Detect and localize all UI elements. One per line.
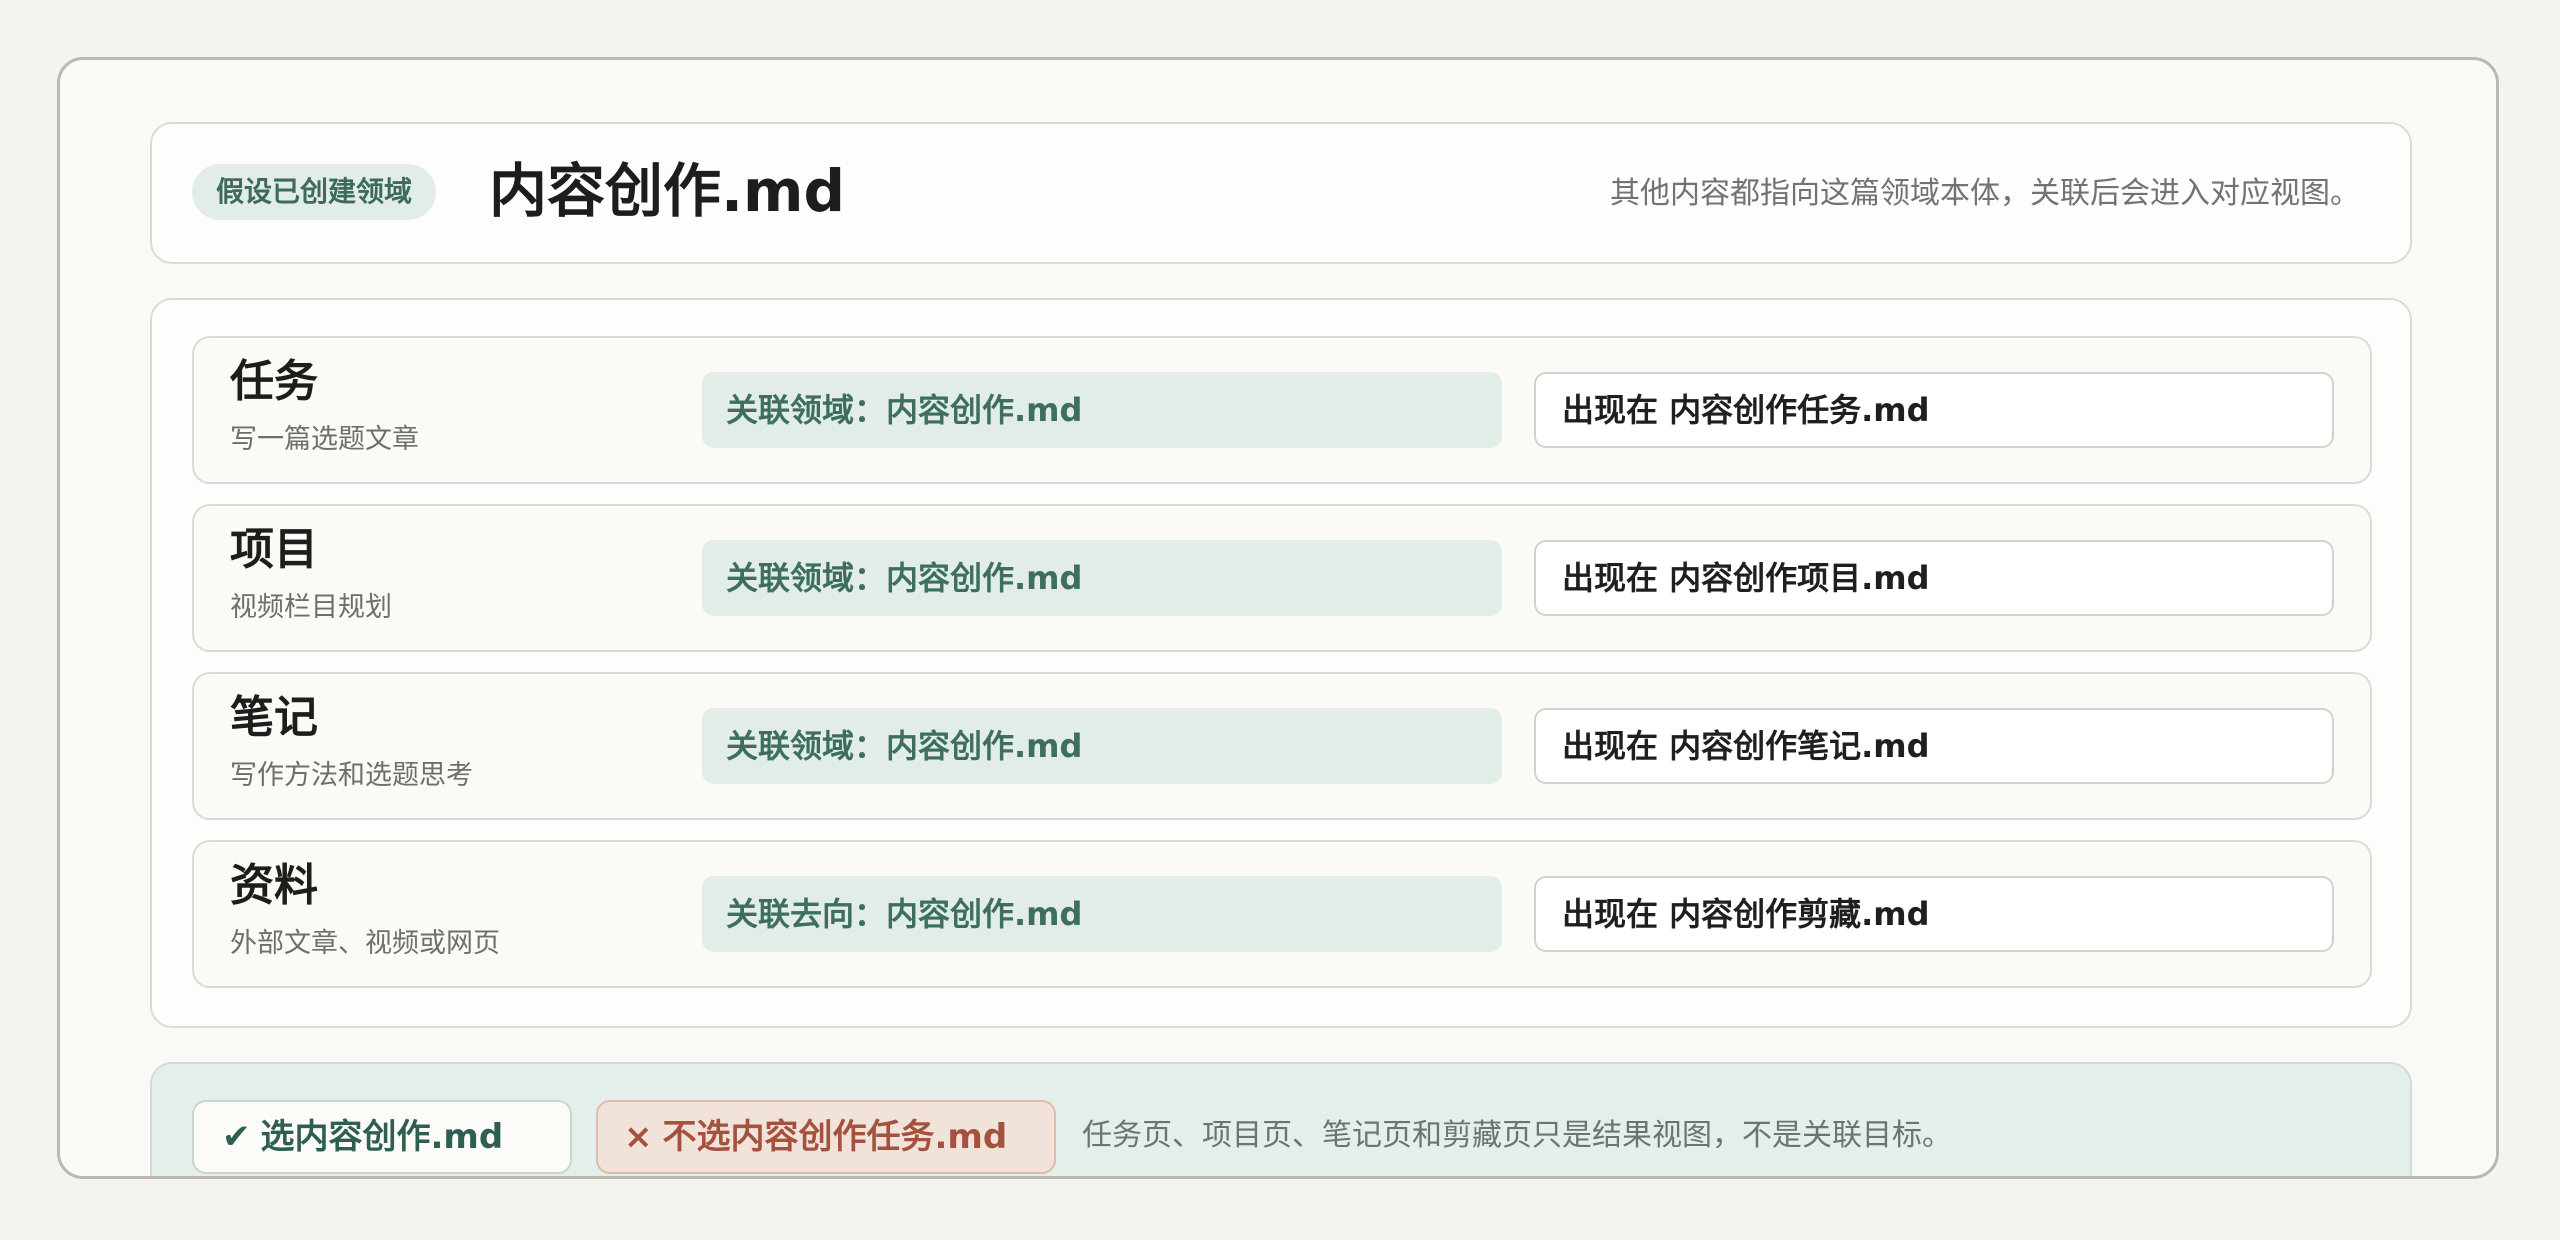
header-note: 其他内容都指向这篇领域本体，关联后会进入对应视图。 bbox=[1610, 176, 2360, 211]
row-subtitle: 外部文章、视频或网页 bbox=[230, 928, 500, 959]
main-card: 假设已创建领域 内容创作.md 其他内容都指向这篇领域本体，关联后会进入对应视图… bbox=[57, 57, 2499, 1179]
select-domain-button[interactable]: ✔ 选内容创作.md bbox=[192, 1100, 572, 1174]
relation-chip: 关联去向：内容创作.md bbox=[702, 876, 1502, 952]
cross-icon: × bbox=[624, 1117, 653, 1157]
row-title: 项目 bbox=[230, 524, 318, 575]
content-types-panel: 任务 写一篇选题文章 关联领域：内容创作.md 出现在 内容创作任务.md 项目… bbox=[150, 298, 2412, 1028]
check-icon: ✔ bbox=[222, 1117, 251, 1157]
appears-in-chip: 出现在 内容创作项目.md bbox=[1534, 540, 2334, 616]
row-subtitle: 写作方法和选题思考 bbox=[230, 760, 473, 791]
content-row-project: 项目 视频栏目规划 关联领域：内容创作.md 出现在 内容创作项目.md bbox=[192, 504, 2372, 652]
reject-view-button[interactable]: × 不选内容创作任务.md bbox=[596, 1100, 1056, 1174]
footer-note: 任务页、项目页、笔记页和剪藏页只是结果视图，不是关联目标。 bbox=[1082, 1118, 1952, 1153]
relation-chip: 关联领域：内容创作.md bbox=[702, 372, 1502, 448]
selection-hint-bar: ✔ 选内容创作.md × 不选内容创作任务.md 任务页、项目页、笔记页和剪藏页只是… bbox=[150, 1062, 2412, 1176]
appears-in-chip: 出现在 内容创作剪藏.md bbox=[1534, 876, 2334, 952]
content-row-note: 笔记 写作方法和选题思考 关联领域：内容创作.md 出现在 内容创作笔记.md bbox=[192, 672, 2372, 820]
relation-chip: 关联领域：内容创作.md bbox=[702, 708, 1502, 784]
row-subtitle: 视频栏目规划 bbox=[230, 592, 392, 623]
domain-header: 假设已创建领域 内容创作.md 其他内容都指向这篇领域本体，关联后会进入对应视图… bbox=[150, 122, 2412, 264]
content-row-task: 任务 写一篇选题文章 关联领域：内容创作.md 出现在 内容创作任务.md bbox=[192, 336, 2372, 484]
row-subtitle: 写一篇选题文章 bbox=[230, 424, 419, 455]
assumption-badge: 假设已创建领域 bbox=[192, 164, 437, 220]
content-row-resource: 资料 外部文章、视频或网页 关联去向：内容创作.md 出现在 内容创作剪藏.md bbox=[192, 840, 2372, 988]
appears-in-chip: 出现在 内容创作任务.md bbox=[1534, 372, 2334, 448]
row-title: 任务 bbox=[230, 356, 318, 407]
reject-view-label: 不选内容创作任务.md bbox=[662, 1117, 1008, 1157]
row-title: 资料 bbox=[230, 860, 318, 911]
relation-chip: 关联领域：内容创作.md bbox=[702, 540, 1502, 616]
appears-in-chip: 出现在 内容创作笔记.md bbox=[1534, 708, 2334, 784]
row-title: 笔记 bbox=[230, 692, 318, 743]
page-title: 内容创作.md bbox=[489, 157, 845, 225]
select-domain-label: 选内容创作.md bbox=[260, 1117, 504, 1157]
